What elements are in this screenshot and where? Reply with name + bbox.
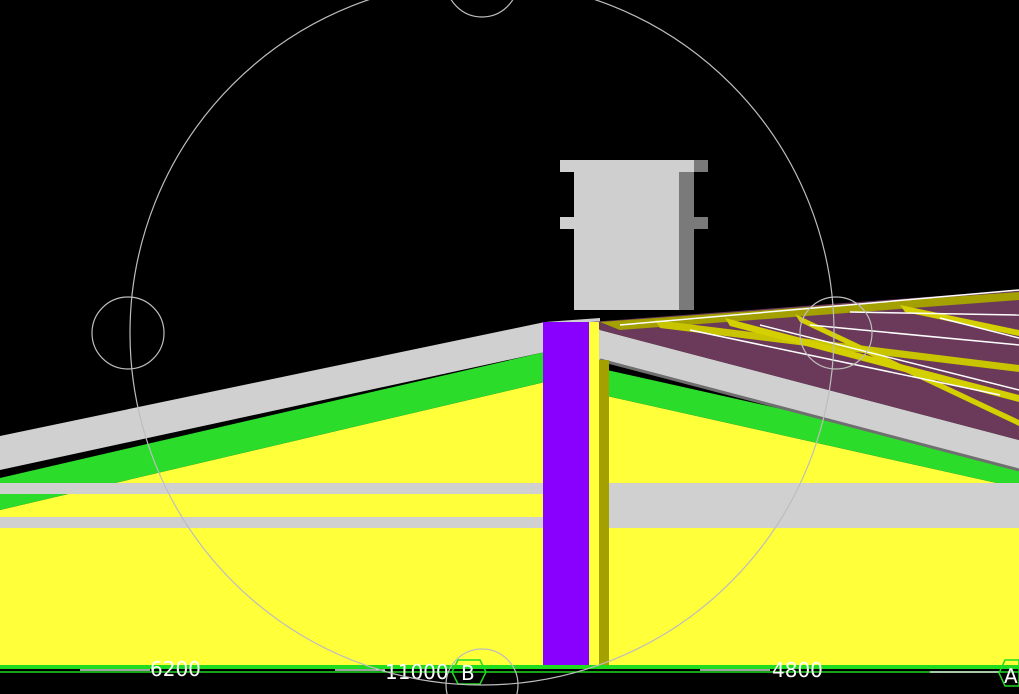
- vent-cap-top-shade: [694, 160, 708, 172]
- column-secondary-shade: [599, 360, 609, 666]
- dimension-label-6200: 6200: [150, 657, 201, 681]
- grid-bubble-a-label: A: [1004, 664, 1018, 688]
- 3d-model-viewport[interactable]: 6200 11000 4800 B A: [0, 0, 1019, 694]
- dimension-label-4800: 4800: [772, 658, 823, 682]
- vent-body-shade: [679, 172, 694, 310]
- grid-bubble-b-label: B: [461, 661, 475, 685]
- column-purple: [543, 322, 589, 666]
- vent-cap-top: [560, 160, 708, 172]
- ridge-vent: [560, 160, 708, 310]
- vent-body: [574, 172, 679, 310]
- vent-cap-mid-shade: [694, 217, 708, 229]
- dimension-label-11000: 11000: [385, 660, 449, 684]
- girt-lower: [0, 517, 1019, 528]
- girt-upper-right-thick: [603, 483, 1019, 517]
- column-secondary: [589, 322, 599, 666]
